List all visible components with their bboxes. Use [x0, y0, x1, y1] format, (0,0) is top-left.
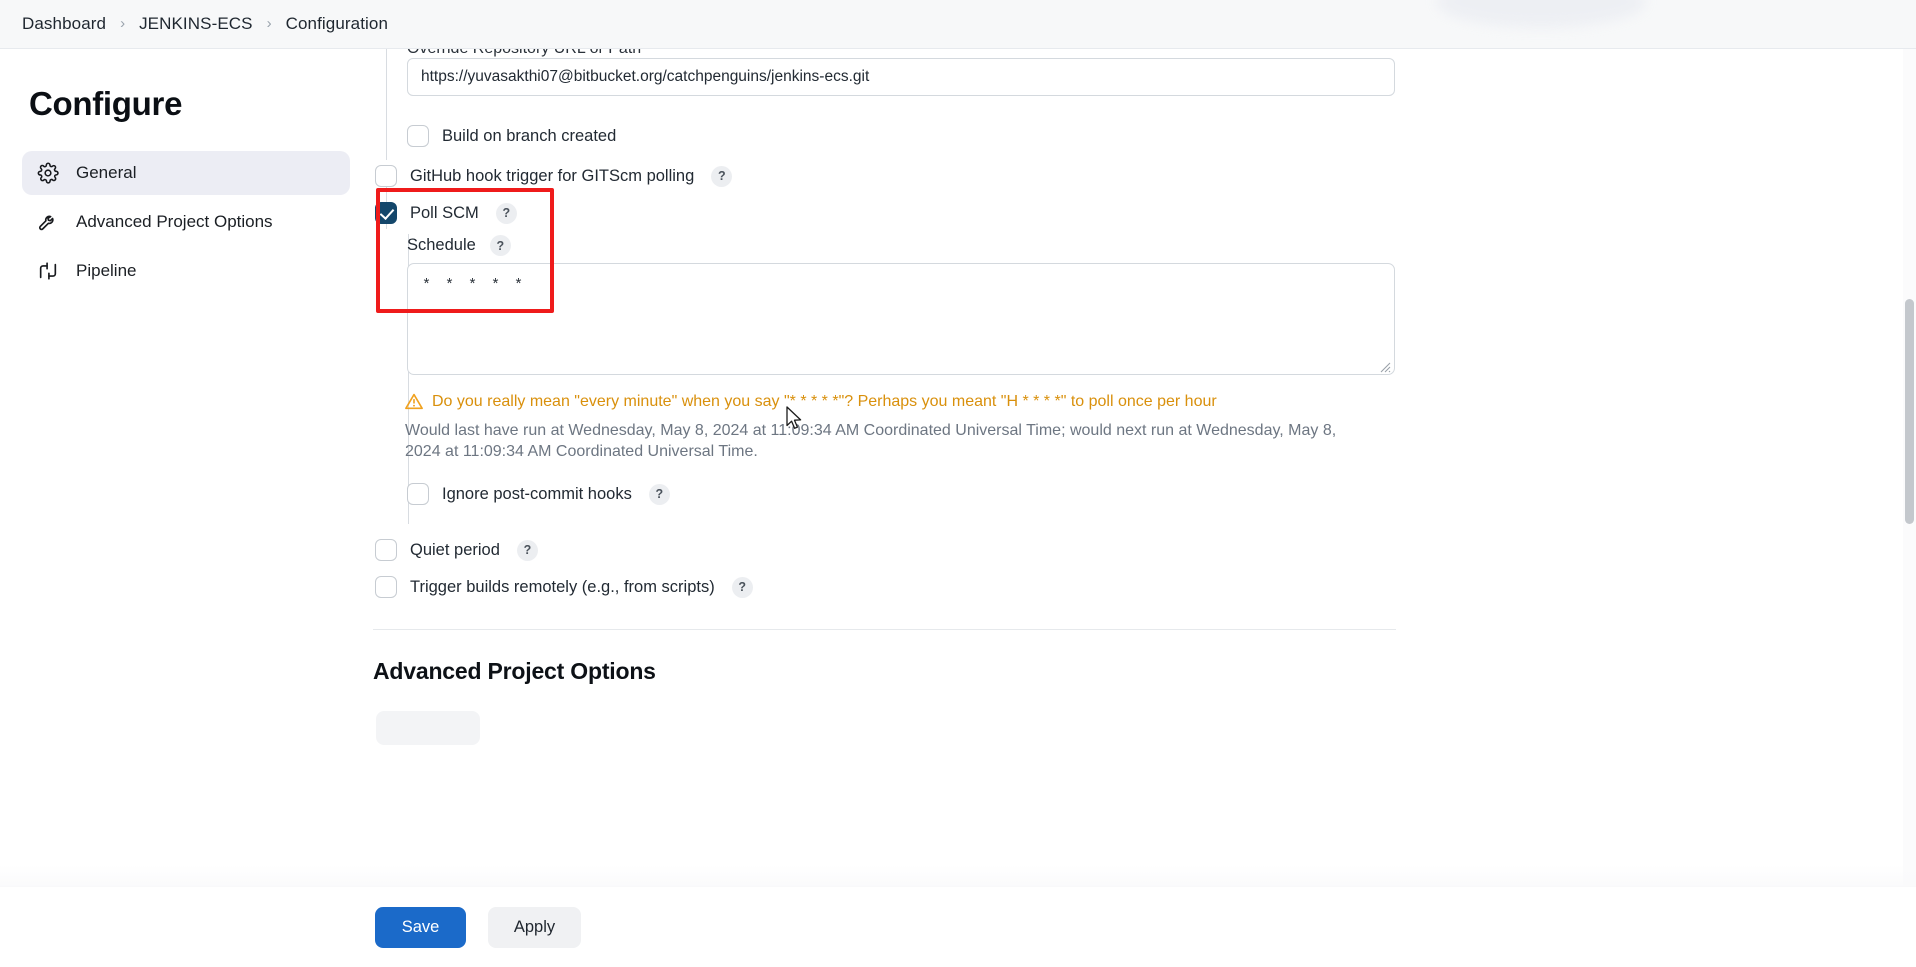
- save-button[interactable]: Save: [375, 906, 466, 948]
- page-title: Configure: [29, 85, 183, 122]
- sidebar-item-general[interactable]: General: [22, 151, 350, 195]
- partially-hidden-button[interactable]: [376, 711, 480, 745]
- schedule-label: Schedule: [407, 236, 476, 254]
- schedule-warning-line: Do you really mean "every minute" when y…: [405, 392, 1395, 416]
- right-gutter: [1864, 49, 1903, 967]
- github-hook-trigger-row[interactable]: GitHub hook trigger for GITScm polling ?: [375, 165, 733, 187]
- breadcrumb-separator: ›: [120, 14, 126, 32]
- repo-url-label: Override Repository URL or Path: [407, 49, 641, 58]
- ignore-post-commit-hooks-label: Ignore post-commit hooks: [442, 484, 632, 503]
- pipeline-icon: [36, 259, 60, 283]
- schedule-warning-detail: Would last have run at Wednesday, May 8,…: [405, 422, 1337, 460]
- trigger-builds-remotely-label: Trigger builds remotely (e.g., from scri…: [410, 577, 715, 596]
- help-icon-poll-scm[interactable]: ?: [495, 202, 517, 224]
- schedule-warning-text: Do you really mean "every minute" when y…: [432, 393, 1217, 410]
- github-hook-trigger-label: GitHub hook trigger for GITScm polling: [410, 166, 695, 185]
- help-icon-ignore-post-commit-hooks[interactable]: ?: [648, 483, 670, 505]
- quiet-period-row[interactable]: Quiet period ?: [375, 539, 538, 561]
- trigger-builds-remotely-checkbox[interactable]: [375, 576, 397, 598]
- build-on-branch-created-checkbox[interactable]: [407, 125, 429, 147]
- ignore-post-commit-hooks-row[interactable]: Ignore post-commit hooks ?: [407, 483, 670, 505]
- warning-triangle-icon: [405, 393, 423, 416]
- schedule-label-group: Schedule ?: [407, 235, 511, 256]
- section-divider: [373, 629, 1396, 630]
- jenkins-configure-page: Dashboard › JENKINS-ECS › Configuration …: [0, 0, 1916, 967]
- sidebar-item-label-general: General: [76, 163, 137, 182]
- sidebar: Configure General Advanced Project Optio…: [0, 49, 372, 967]
- gear-icon: [36, 161, 60, 185]
- schedule-textarea[interactable]: [407, 263, 1395, 375]
- breadcrumb-item-jenkins-ecs[interactable]: JENKINS-ECS: [139, 14, 253, 34]
- ignore-post-commit-hooks-checkbox[interactable]: [407, 483, 429, 505]
- indent-rail-outer: [386, 49, 387, 160]
- schedule-warning: Do you really mean "every minute" when y…: [405, 392, 1395, 462]
- repository-url-input[interactable]: [407, 58, 1395, 96]
- quiet-period-checkbox[interactable]: [375, 539, 397, 561]
- advanced-project-options-heading: Advanced Project Options: [373, 658, 656, 684]
- build-on-branch-created-row[interactable]: Build on branch created: [407, 125, 616, 147]
- breadcrumb: Dashboard › JENKINS-ECS › Configuration: [0, 0, 1916, 49]
- help-icon-schedule[interactable]: ?: [489, 235, 511, 256]
- wrench-icon: [36, 210, 60, 234]
- help-icon-quiet-period[interactable]: ?: [516, 539, 538, 561]
- breadcrumb-item-dashboard[interactable]: Dashboard: [22, 14, 106, 34]
- scrollbar-thumb[interactable]: [1905, 299, 1914, 524]
- sidebar-item-label-advanced-project-options: Advanced Project Options: [76, 212, 273, 231]
- trigger-builds-remotely-row[interactable]: Trigger builds remotely (e.g., from scri…: [375, 576, 753, 598]
- form-footer: Save Apply: [0, 865, 1916, 967]
- breadcrumb-item-configuration[interactable]: Configuration: [286, 14, 388, 34]
- build-on-branch-created-label: Build on branch created: [442, 126, 617, 145]
- help-icon-github-hook-trigger[interactable]: ?: [711, 165, 733, 187]
- sidebar-item-label-pipeline: Pipeline: [76, 261, 137, 280]
- poll-scm-label: Poll SCM: [410, 203, 479, 222]
- apply-button[interactable]: Apply: [488, 906, 581, 948]
- breadcrumb-separator: ›: [266, 14, 272, 32]
- sidebar-item-advanced-project-options[interactable]: Advanced Project Options: [22, 200, 350, 244]
- breadcrumb-highlight-blob: [1436, 0, 1646, 28]
- github-hook-trigger-checkbox[interactable]: [375, 165, 397, 187]
- configuration-form: Override Repository URL or Path Build on…: [372, 49, 1864, 967]
- sidebar-item-pipeline[interactable]: Pipeline: [22, 249, 350, 293]
- poll-scm-row[interactable]: Poll SCM ?: [375, 202, 517, 224]
- quiet-period-label: Quiet period: [410, 540, 500, 559]
- poll-scm-checkbox[interactable]: [375, 202, 397, 224]
- page-scrollbar[interactable]: [1903, 49, 1916, 967]
- help-icon-trigger-builds-remotely[interactable]: ?: [731, 576, 753, 598]
